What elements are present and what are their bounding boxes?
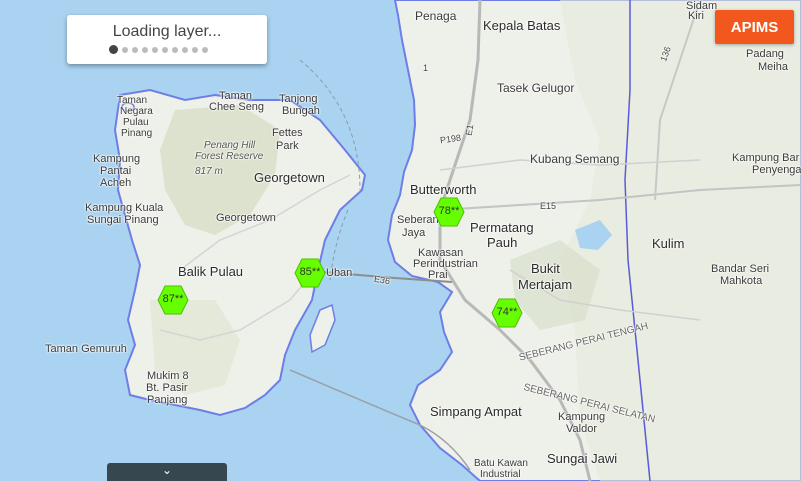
place-label: Prai	[428, 269, 448, 281]
place-label: Kiri	[688, 10, 704, 22]
place-label: Pauh	[487, 235, 518, 250]
progress-dot	[182, 46, 188, 53]
loading-progress-dots	[109, 45, 208, 54]
place-label: Kubang Semang	[530, 152, 620, 166]
place-label: Simpang Ampat	[430, 404, 522, 419]
aqi-marker[interactable]: 85**	[294, 258, 326, 288]
progress-dot	[192, 46, 198, 53]
place-label: Sungai Jawi	[547, 451, 618, 466]
place-label: Fettes	[272, 127, 303, 139]
place-label: Industrial	[480, 469, 521, 480]
chevron-down-icon: ⌄	[161, 463, 173, 477]
place-label: Tasek Gelugor	[497, 81, 575, 95]
aqi-value: 85**	[299, 266, 321, 278]
place-label: Penaga	[415, 9, 457, 23]
place-label: Kepala Batas	[483, 18, 561, 33]
progress-dot	[152, 46, 158, 53]
place-label: Bukit	[531, 261, 560, 276]
place-label: Uban	[326, 267, 353, 279]
place-label: Mahkota	[720, 275, 763, 287]
place-label: Bandar Seri	[711, 263, 770, 275]
place-label: Meiha	[758, 61, 788, 73]
progress-dot	[122, 46, 128, 53]
aqi-marker[interactable]: 74**	[491, 298, 523, 328]
progress-dot	[132, 46, 138, 53]
place-label: Kulim	[652, 236, 685, 251]
place-label: Kampung Bar	[732, 152, 800, 164]
place-label: Kampung Kuala	[85, 202, 164, 214]
road-label: E15	[540, 201, 557, 211]
place-label: Balik Pulau	[178, 264, 244, 279]
road-label: E1	[463, 123, 476, 137]
aqi-value: 78**	[438, 205, 460, 217]
place-label: Tanjong	[279, 93, 318, 105]
place-label: Mertajam	[518, 277, 573, 292]
aqi-value: 87**	[162, 293, 184, 305]
progress-dot	[172, 46, 178, 53]
progress-dot	[202, 46, 208, 53]
progress-dot	[162, 46, 168, 53]
place-label: Acheh	[100, 177, 132, 189]
place-label: Penyenga	[752, 164, 801, 176]
aqi-value: 74**	[496, 306, 518, 318]
progress-dot	[109, 45, 118, 54]
place-label: Butterworth	[410, 182, 477, 197]
place-label: Bungah	[282, 105, 320, 117]
place-label: 817 m	[195, 166, 223, 177]
place-label: Sungai Pinang	[87, 214, 159, 226]
loading-text: Loading layer...	[112, 23, 222, 40]
place-label: Jaya	[402, 227, 426, 239]
place-label: Forest Reserve	[195, 151, 264, 162]
aqi-marker[interactable]: 87**	[157, 285, 189, 315]
apims-button[interactable]: APIMS	[715, 10, 794, 44]
progress-dot	[142, 46, 148, 53]
aqi-marker[interactable]: 78**	[433, 197, 465, 227]
place-label: Bt. Pasir	[146, 382, 188, 394]
place-label: Mukim 8	[147, 370, 189, 382]
place-label: Padang	[746, 48, 784, 60]
place-label: Permatang	[470, 220, 534, 235]
jerejak-island	[309, 303, 336, 354]
place-label: Taman Gemuruh	[45, 343, 127, 355]
place-label: Penang Hill	[204, 140, 256, 151]
road-label: E36	[373, 273, 391, 287]
place-label: Georgetown	[216, 212, 276, 224]
place-label: Chee Seng	[209, 101, 265, 113]
road-label: 1	[423, 63, 429, 73]
place-label: Panjang	[147, 394, 188, 406]
place-label: Valdor	[566, 423, 597, 435]
place-label: Pinang	[121, 128, 153, 139]
place-label: Georgetown	[254, 170, 325, 185]
place-label: Park	[276, 140, 299, 152]
expand-panel-button[interactable]: ⌄	[107, 463, 227, 481]
place-label: Kampung	[93, 153, 141, 165]
loading-panel: Loading layer...	[67, 15, 267, 64]
place-label: Pantai	[100, 165, 132, 177]
